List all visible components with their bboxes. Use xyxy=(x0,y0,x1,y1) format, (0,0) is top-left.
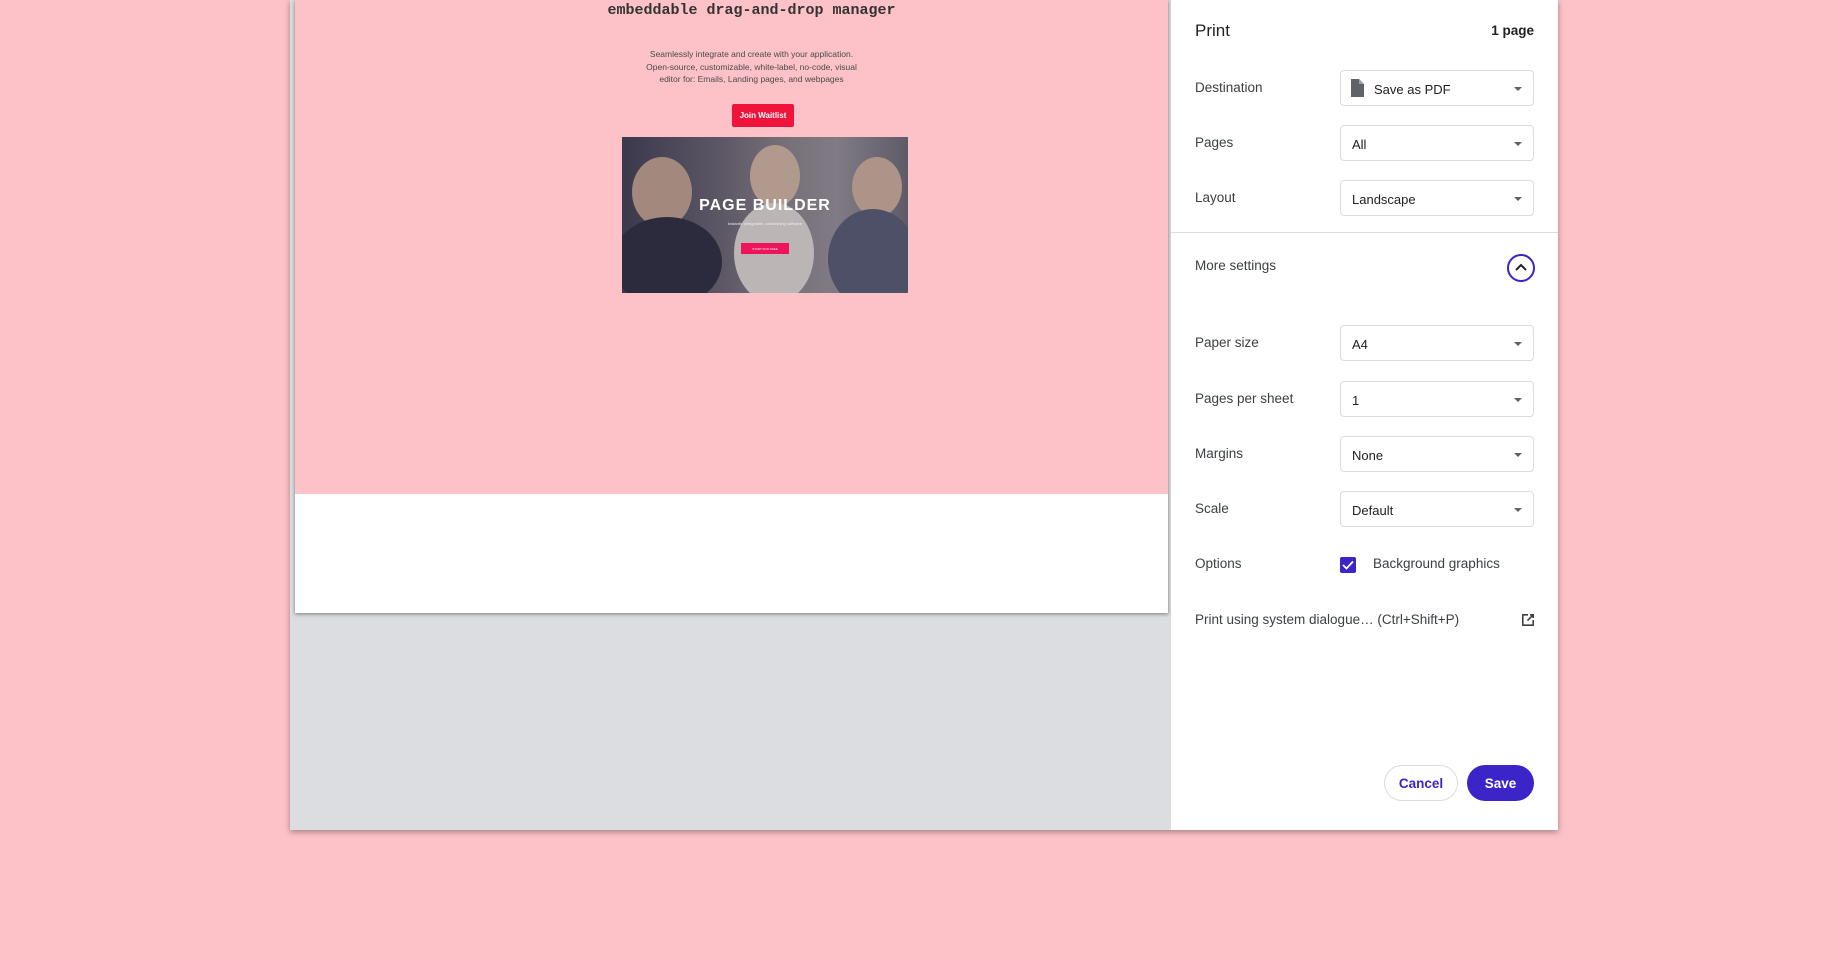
margins-select[interactable]: None xyxy=(1340,436,1534,472)
paper-size-row: Paper size A4 xyxy=(1195,325,1534,361)
pages-row: Pages All xyxy=(1195,125,1534,161)
hero-subtitle: Instantly designable, astonishing softwa… xyxy=(727,221,803,226)
print-title: Print xyxy=(1195,21,1230,40)
more-settings-label: More settings xyxy=(1195,258,1277,273)
paper-size-value: A4 xyxy=(1352,337,1368,352)
pages-select[interactable]: All xyxy=(1340,125,1534,161)
chevron-down-icon xyxy=(1514,508,1522,512)
page-count: 1 page xyxy=(1491,23,1534,38)
margins-row: Margins None xyxy=(1195,436,1534,472)
join-waitlist-button: Join Waitlist xyxy=(732,104,794,127)
preview-headline: embeddable drag-and-drop manager xyxy=(607,2,896,19)
print-preview-area: embeddable drag-and-drop manager Seamles… xyxy=(290,0,1171,830)
destination-label: Destination xyxy=(1195,80,1263,95)
destination-row: Destination Save as PDF xyxy=(1195,70,1534,106)
more-settings-toggle[interactable] xyxy=(1507,254,1535,282)
system-dialog-link[interactable]: Print using system dialogue… (Ctrl+Shift… xyxy=(1195,612,1459,627)
preview-page-content: embeddable drag-and-drop manager Seamles… xyxy=(295,0,1168,494)
scale-select[interactable]: Default xyxy=(1340,491,1534,527)
preview-tagline: Seamlessly integrate and create with you… xyxy=(295,48,1168,86)
pages-value: All xyxy=(1352,137,1367,152)
save-button[interactable]: Save xyxy=(1467,765,1534,801)
scale-label: Scale xyxy=(1195,501,1229,516)
print-settings-panel: Print 1 page Destination Save as PDF Pag… xyxy=(1171,0,1558,830)
chevron-up-icon xyxy=(1515,263,1527,271)
preview-page: embeddable drag-and-drop manager Seamles… xyxy=(295,0,1168,613)
hero-image: PAGE BUILDER Instantly designable, aston… xyxy=(622,137,908,293)
paper-size-select[interactable]: A4 xyxy=(1340,325,1534,361)
scale-value: Default xyxy=(1352,503,1394,518)
chevron-down-icon xyxy=(1514,197,1522,201)
pages-per-sheet-select[interactable]: 1 xyxy=(1340,381,1534,417)
checkmark-icon xyxy=(1342,560,1354,570)
background-graphics-label: Background graphics xyxy=(1373,556,1500,571)
margins-value: None xyxy=(1352,448,1384,463)
tagline-line: editor for: Emails, Landing pages, and w… xyxy=(659,74,844,84)
print-dialog: embeddable drag-and-drop manager Seamles… xyxy=(290,0,1558,830)
pages-per-sheet-value: 1 xyxy=(1352,393,1360,408)
divider xyxy=(1171,232,1558,233)
layout-row: Layout Landscape xyxy=(1195,180,1534,216)
margins-label: Margins xyxy=(1195,446,1244,461)
tagline-line: Seamlessly integrate and create with you… xyxy=(649,49,854,59)
options-label: Options xyxy=(1195,556,1242,571)
scale-row: Scale Default xyxy=(1195,491,1534,527)
hero-overlay xyxy=(622,137,908,293)
layout-value: Landscape xyxy=(1352,192,1416,207)
options-row: Options Background graphics xyxy=(1195,546,1534,582)
layout-select[interactable]: Landscape xyxy=(1340,180,1534,216)
layout-label: Layout xyxy=(1195,190,1236,205)
hero-cta-button: START FOR FREE xyxy=(741,243,789,254)
cancel-button[interactable]: Cancel xyxy=(1384,765,1458,801)
chevron-down-icon xyxy=(1514,453,1522,457)
chevron-down-icon xyxy=(1514,398,1522,402)
hero-title: PAGE BUILDER xyxy=(699,197,831,214)
document-icon xyxy=(1351,79,1364,97)
background-graphics-checkbox[interactable] xyxy=(1340,557,1356,573)
chevron-down-icon xyxy=(1514,142,1522,146)
pages-per-sheet-label: Pages per sheet xyxy=(1195,391,1294,406)
chevron-down-icon xyxy=(1514,87,1522,91)
tagline-line: Open-source, customizable, white-label, … xyxy=(646,61,857,72)
pages-label: Pages xyxy=(1195,135,1234,150)
paper-size-label: Paper size xyxy=(1195,335,1259,350)
chevron-down-icon xyxy=(1514,342,1522,346)
destination-select[interactable]: Save as PDF xyxy=(1340,70,1534,106)
destination-value: Save as PDF xyxy=(1374,82,1451,97)
pages-per-sheet-row: Pages per sheet 1 xyxy=(1195,381,1534,417)
external-link-icon[interactable] xyxy=(1520,612,1536,628)
